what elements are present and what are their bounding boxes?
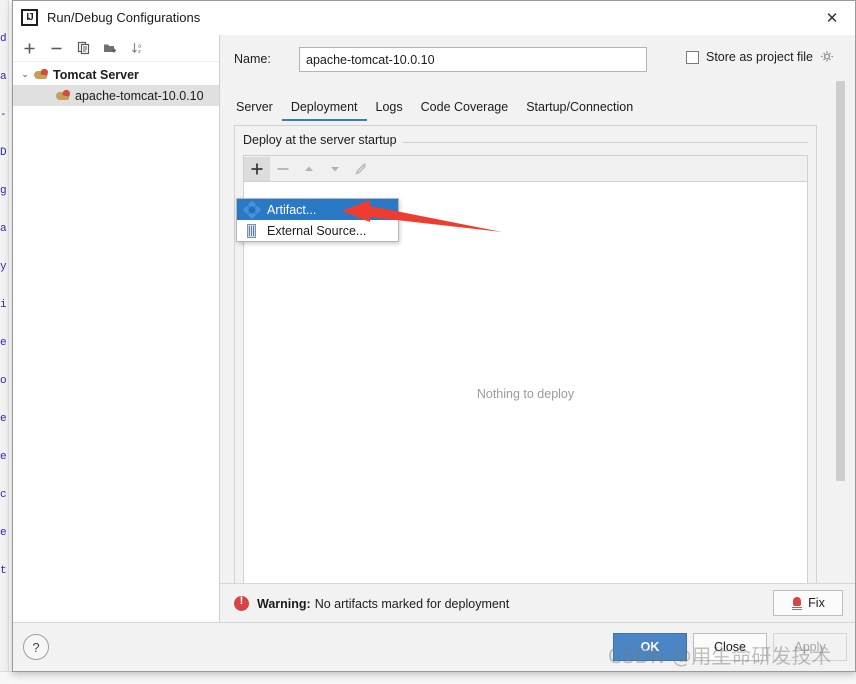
tree-item[interactable]: apache-tomcat-10.0.10 [13,85,219,106]
store-as-project-file-label: Store as project file [706,50,813,64]
move-up-button [296,157,322,181]
deployment-list[interactable]: Nothing to deploy [243,181,808,606]
error-circle-icon [234,595,249,611]
add-artifact-button[interactable] [244,156,270,181]
sort-configurations-button[interactable]: a z [125,37,150,59]
dialog-titlebar: IJ Run/Debug Configurations ✕ [13,1,855,36]
apply-button: Apply [773,633,847,661]
move-into-folder-button[interactable] [98,37,123,59]
copy-configuration-button[interactable] [71,37,96,59]
add-deployment-popup-menu: Artifact... External Source... [236,198,399,242]
right-pane-scrollbar[interactable] [836,81,845,511]
move-down-button [322,157,348,181]
edit-artifact-button [348,157,374,181]
remove-configuration-button[interactable] [44,37,69,59]
tab-server[interactable]: Server [234,100,282,121]
scrollbar-thumb[interactable] [836,81,845,481]
fix-button-label: Fix [808,596,825,610]
tree-item-label: apache-tomcat-10.0.10 [75,88,204,103]
ok-button[interactable]: OK [613,633,687,661]
ide-bottom-strip [0,671,856,684]
deploy-group-title: Deploy at the server startup [243,133,403,147]
store-as-project-file-checkbox[interactable] [686,50,699,64]
external-source-icon [244,223,260,239]
fix-button[interactable]: Fix [773,590,843,616]
remove-artifact-button [270,157,296,181]
screenshot-root: da-Dgayieoeecet IJ Run/Debug Configurati… [0,0,856,684]
configuration-name-input[interactable] [299,47,647,72]
tab-startup-connection[interactable]: Startup/Connection [517,100,642,121]
menu-item-label: Artifact... [267,202,317,217]
tab-deployment[interactable]: Deployment [281,100,367,121]
help-button[interactable]: ? [23,634,49,660]
store-as-project-file-option[interactable]: Store as project file [686,50,834,64]
svg-text:z: z [138,49,141,55]
tab-code-coverage[interactable]: Code Coverage [412,100,518,121]
menu-item-artifact[interactable]: Artifact... [237,199,398,220]
close-icon[interactable]: ✕ [809,1,855,34]
tomcat-icon [55,88,71,104]
intellij-idea-icon: IJ [21,9,38,26]
dialog-button-bar: ? OK Close Apply [13,622,855,671]
configuration-tabs: Server Deployment Logs Code Coverage Startup… [234,95,642,121]
configurations-toolbar: a z [13,35,219,62]
warning-label: Warning: [257,596,311,611]
gear-icon[interactable] [820,50,834,64]
tab-logs[interactable]: Logs [367,100,412,121]
menu-item-label: External Source... [267,223,367,238]
name-row: Name: Store as project file [234,47,855,73]
nothing-to-deploy-text: Nothing to deploy [476,386,575,401]
configurations-tree: ⌄ Tomcat Server apache-tomcat-10.0.10 [13,62,219,106]
chevron-down-icon[interactable]: ⌄ [17,69,33,80]
tree-item-label: Tomcat Server [53,67,139,82]
dialog-title: Run/Debug Configurations [47,10,201,25]
fix-warning-icon [791,596,803,610]
dialog-body: a z ⌄ Tomcat Server apache-tomcat-10.0.10 … [13,35,855,671]
name-label: Name: [234,52,271,66]
tomcat-icon [33,67,49,83]
menu-item-external-source[interactable]: External Source... [237,220,398,241]
deployment-toolbar [243,155,808,181]
configurations-left-pane: a z ⌄ Tomcat Server apache-tomcat-10.0.10 [13,35,220,623]
configuration-right-pane: Name: Store as project file Server [220,35,855,623]
warning-message: No artifacts marked for deployment [314,596,510,611]
add-configuration-button[interactable] [17,37,42,59]
run-debug-configurations-dialog: IJ Run/Debug Configurations ✕ a z ⌄ Tomc… [12,0,856,672]
close-button[interactable]: Close [693,633,767,661]
warning-bar: Warning: No artifacts marked for deploym… [220,583,855,623]
artifact-icon [242,200,262,219]
tree-item[interactable]: ⌄ Tomcat Server [13,64,219,85]
